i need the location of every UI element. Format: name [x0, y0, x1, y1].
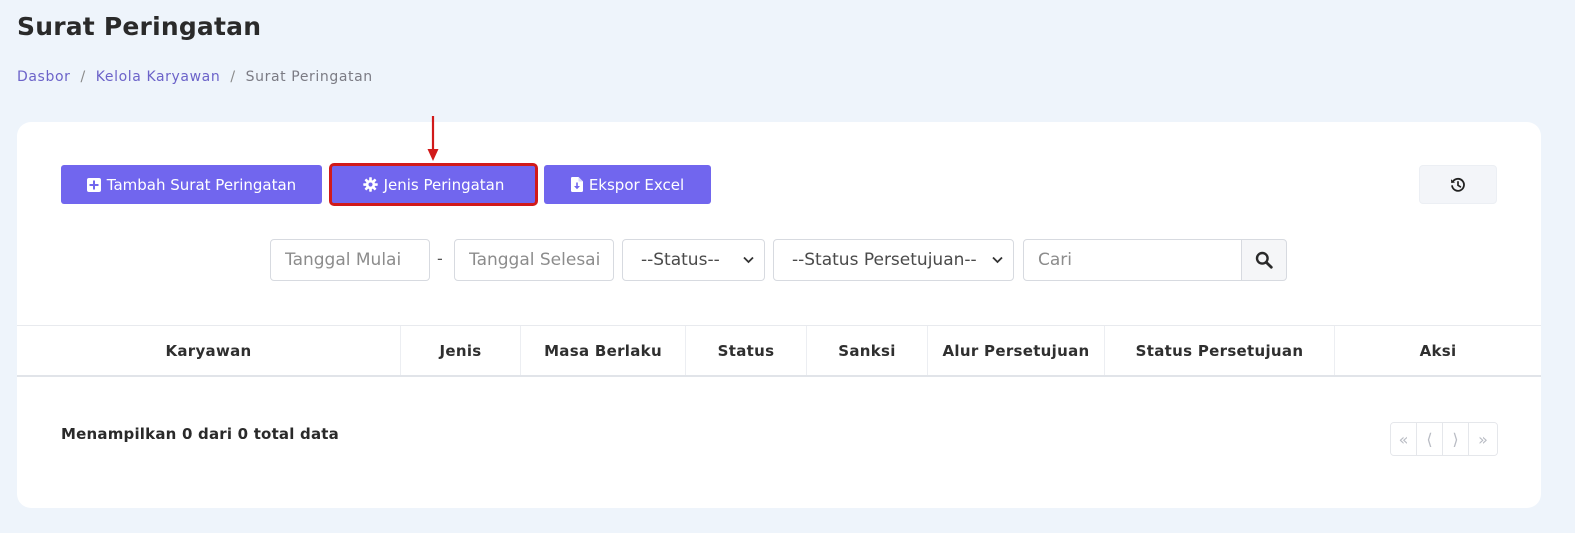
start-date-input[interactable] [270, 239, 430, 281]
search-icon [1255, 251, 1273, 269]
column-header-jenis[interactable]: Jenis [401, 326, 521, 375]
add-warning-letter-button[interactable]: Tambah Surat Peringatan [61, 165, 322, 204]
export-excel-label: Ekspor Excel [588, 175, 685, 194]
last-page-button[interactable]: » [1469, 423, 1497, 455]
page-title: Surat Peringatan [17, 12, 262, 41]
column-header-status-persetujuan[interactable]: Status Persetujuan [1105, 326, 1335, 375]
warning-type-button[interactable]: Jenis Peringatan [329, 163, 538, 206]
approval-status-select-value: --Status Persetujuan-- [792, 250, 977, 270]
column-header-alur-persetujuan[interactable]: Alur Persetujuan [928, 326, 1105, 375]
breadcrumb-item-current: Surat Peringatan [245, 69, 373, 85]
next-page-button[interactable]: ⟩ [1443, 423, 1469, 455]
column-header-sanksi[interactable]: Sanksi [807, 326, 928, 375]
column-header-karyawan[interactable]: Karyawan [17, 326, 401, 375]
previous-page-button[interactable]: ⟨ [1417, 423, 1443, 455]
annotation-arrow-icon [427, 116, 439, 161]
chevron-down-icon [743, 256, 754, 264]
chevron-down-icon [992, 256, 1003, 264]
file-download-icon [570, 177, 583, 192]
column-header-masa-berlaku[interactable]: Masa Berlaku [521, 326, 686, 375]
breadcrumb-separator: / [80, 69, 86, 85]
warning-type-label: Jenis Peringatan [383, 175, 505, 194]
table-header: Karyawan Jenis Masa Berlaku Status Sanks… [17, 325, 1541, 377]
main-card: Tambah Surat Peringatan Jenis Peringatan [17, 116, 1541, 508]
plus-square-icon [86, 177, 101, 192]
data-summary: Menampilkan 0 dari 0 total data [61, 425, 339, 443]
end-date-input[interactable] [454, 239, 614, 281]
gear-icon [362, 177, 378, 192]
approval-status-select[interactable]: --Status Persetujuan-- [773, 239, 1014, 281]
column-header-aksi: Aksi [1419, 341, 1457, 360]
export-excel-button[interactable]: Ekspor Excel [544, 165, 711, 204]
status-select[interactable]: --Status-- [622, 239, 765, 281]
breadcrumb: Dasbor / Kelola Karyawan / Surat Peringa… [17, 69, 373, 85]
history-icon [1451, 177, 1465, 192]
search-button[interactable] [1241, 239, 1287, 281]
pagination: « ⟨ ⟩ » [1390, 422, 1498, 456]
column-header-status[interactable]: Status [686, 326, 807, 375]
status-select-value: --Status-- [641, 250, 720, 270]
breadcrumb-separator: / [230, 69, 236, 85]
first-page-button[interactable]: « [1391, 423, 1417, 455]
date-range-dash: - [437, 249, 443, 268]
add-warning-letter-label: Tambah Surat Peringatan [106, 175, 297, 194]
breadcrumb-item-kelola-karyawan[interactable]: Kelola Karyawan [96, 69, 221, 85]
history-button[interactable] [1419, 165, 1497, 204]
search-input[interactable] [1023, 239, 1242, 281]
breadcrumb-item-dasbor[interactable]: Dasbor [17, 69, 70, 85]
